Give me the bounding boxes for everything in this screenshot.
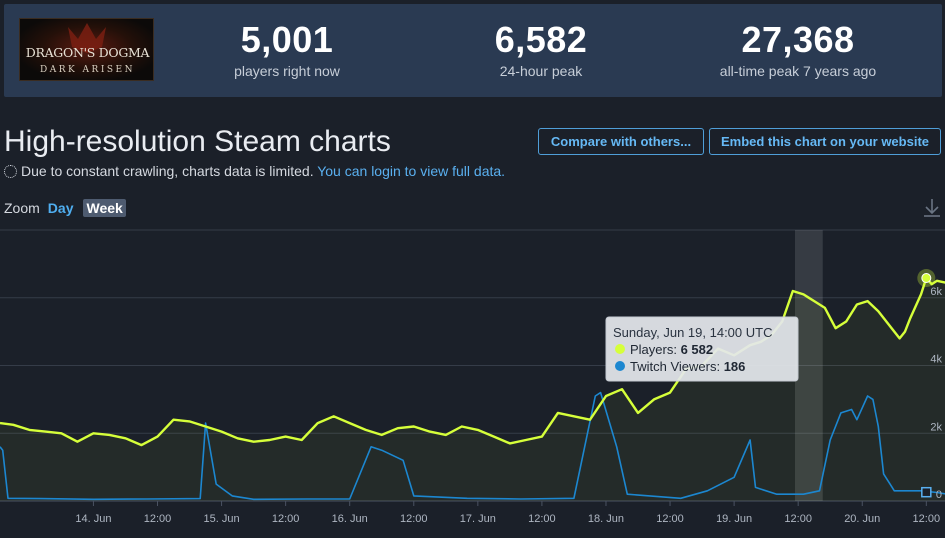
tooltip-title: Sunday, Jun 19, 14:00 UTC — [613, 325, 772, 340]
stat-alltime-peak-label: all-time peak 7 years ago — [719, 63, 877, 79]
x-tick-label: 20. Jun — [844, 513, 880, 525]
players-hover-point — [921, 273, 932, 284]
tooltip-twitch-dot — [615, 361, 625, 371]
zoom-week-button[interactable]: Week — [83, 199, 126, 217]
players-chart[interactable]: 14. Jun 12:00 15. Jun 12:00 16. Jun 12:00 17. … — [0, 228, 945, 538]
twitch-hover-point — [921, 486, 932, 498]
x-tick-label: 12:00 — [272, 513, 300, 525]
x-tick-label: 16. Jun — [332, 513, 368, 525]
game-logo[interactable]: DRAGON'S DOGMA DARK ARISEN — [19, 18, 154, 81]
zoom-controls: Zoom Day Week — [4, 198, 126, 218]
x-tick-label: 18. Jun — [588, 513, 624, 525]
loading-circle-icon — [4, 165, 17, 178]
x-axis: 14. Jun 12:00 15. Jun 12:00 16. Jun 12:00 17. … — [75, 501, 940, 525]
stat-current-label: players right now — [234, 63, 340, 79]
tooltip-twitch-value: 186 — [724, 359, 746, 374]
x-tick-label: 15. Jun — [204, 513, 240, 525]
chart-series — [0, 276, 945, 501]
tooltip-twitch-label: Twitch Viewers: — [630, 359, 720, 374]
x-tick-label: 14. Jun — [75, 513, 111, 525]
compare-button[interactable]: Compare with others... — [538, 128, 704, 155]
tooltip-players-row: Players: 6 582 — [630, 342, 713, 357]
x-tick-label: 12:00 — [656, 513, 684, 525]
y-tick-label: 6k — [930, 286, 942, 298]
page-title: High-resolution Steam charts — [4, 125, 391, 158]
download-icon[interactable] — [922, 197, 942, 219]
x-tick-label: 17. Jun — [460, 513, 496, 525]
notice-text: Due to constant crawling, charts data is… — [21, 163, 314, 179]
stat-24h-peak-label: 24-hour peak — [499, 63, 583, 79]
x-tick-label: 12:00 — [913, 513, 941, 525]
logo-title: DRAGON'S DOGMA — [26, 45, 151, 60]
stat-alltime-peak: 27,368 all-time peak 7 years ago — [683, 20, 913, 82]
x-tick-label: 19. Jun — [716, 513, 752, 525]
tooltip-twitch-row: Twitch Viewers: 186 — [630, 359, 745, 374]
x-tick-label: 12:00 — [144, 513, 172, 525]
data-limit-notice: Due to constant crawling, charts data is… — [4, 162, 505, 180]
tooltip-players-dot — [615, 344, 625, 354]
tooltip-players-value: 6 582 — [681, 342, 714, 357]
y-tick-label: 2k — [930, 421, 942, 433]
x-tick-label: 12:00 — [400, 513, 428, 525]
stat-current-value: 5,001 — [240, 19, 334, 60]
stat-current: 5,001 players right now — [172, 20, 402, 82]
y-tick-label: 4k — [930, 354, 942, 366]
x-tick-label: 12:00 — [784, 513, 812, 525]
y-tick-label: 0 — [936, 489, 942, 501]
stat-alltime-peak-value: 27,368 — [741, 19, 855, 60]
players-area — [0, 278, 945, 501]
login-link[interactable]: You can login to view full data. — [317, 163, 505, 179]
zoom-day-button[interactable]: Day — [48, 200, 74, 216]
embed-chart-button[interactable]: Embed this chart on your website — [709, 128, 941, 155]
chart-tooltip: Sunday, Jun 19, 14:00 UTC Players: 6 582… — [605, 316, 799, 382]
stats-bar: DRAGON'S DOGMA DARK ARISEN 5,001 players… — [4, 4, 942, 97]
tooltip-players-label: Players: — [630, 342, 677, 357]
stat-24h-peak: 6,582 24-hour peak — [426, 20, 656, 82]
stat-24h-peak-value: 6,582 — [494, 19, 588, 60]
logo-subtitle: DARK ARISEN — [40, 65, 135, 75]
x-tick-label: 12:00 — [528, 513, 556, 525]
zoom-label: Zoom — [4, 200, 40, 216]
